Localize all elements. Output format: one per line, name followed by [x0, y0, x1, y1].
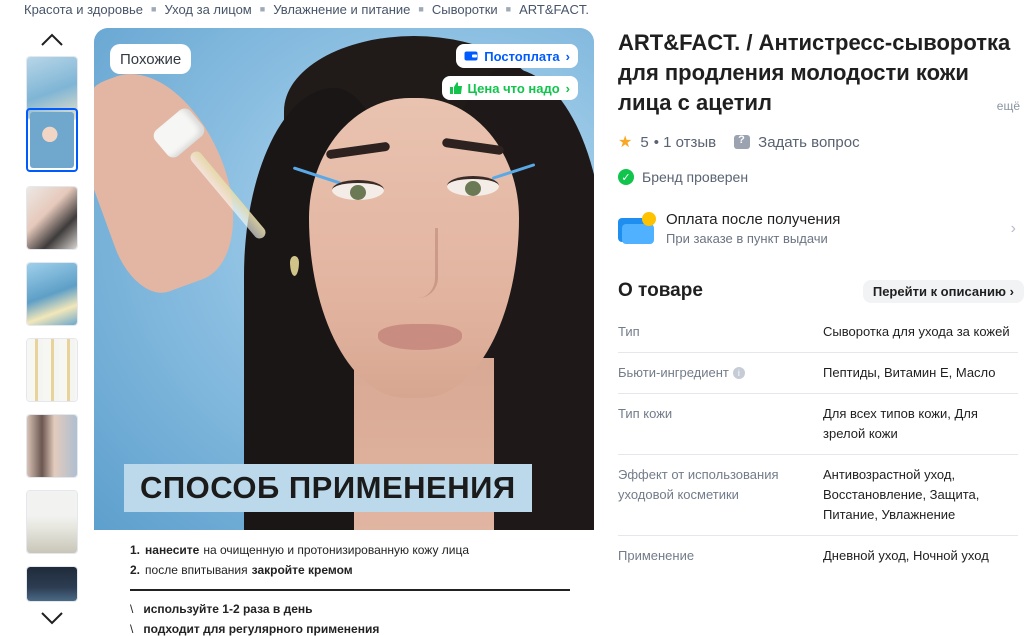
- breadcrumb-item[interactable]: Уход за лицом: [164, 2, 251, 17]
- similar-button[interactable]: Похожие: [110, 44, 192, 74]
- thumbnail-image[interactable]: [26, 338, 78, 402]
- instruction-step: 2. после впитывания закройте кремом: [130, 563, 353, 577]
- payment-after-receipt-block[interactable]: Оплата после получения При заказе в пунк…: [618, 206, 1024, 252]
- usage-instructions: 1. нанесите на очищенную и протонизирова…: [94, 530, 594, 636]
- goto-description-button[interactable]: Перейти к описанию ›: [862, 279, 1024, 303]
- brand-verified-label: Бренд проверен: [642, 169, 749, 185]
- star-icon: ★: [618, 134, 633, 151]
- wallet-icon: [464, 51, 478, 61]
- breadcrumb-separator: ■: [418, 4, 424, 14]
- thumbnail-image[interactable]: [26, 566, 78, 602]
- product-title: ART&FACT. / Антистресс-сыворотка для про…: [618, 28, 1018, 118]
- thumbnail-image-active[interactable]: [26, 108, 78, 172]
- spec-value: Антивозрастной уход, Восстановление, Защ…: [823, 467, 980, 522]
- about-title: О товаре: [618, 280, 703, 301]
- thumbnails-up-button[interactable]: [22, 28, 82, 52]
- reviews-count[interactable]: • 1 отзыв: [654, 134, 716, 151]
- rating-value[interactable]: 5: [640, 134, 648, 151]
- chevron-up-icon: [41, 33, 63, 46]
- thumbnail-image[interactable]: [26, 414, 78, 478]
- thumbnail-image[interactable]: [26, 490, 78, 554]
- card-icon: [618, 212, 656, 246]
- question-icon: [734, 134, 751, 149]
- breadcrumb-item[interactable]: Сыворотки: [432, 2, 498, 17]
- chevron-right-icon: ›: [565, 48, 570, 64]
- spec-row: Применение Дневной уход, Ночной уход: [618, 536, 1018, 576]
- spec-value: Пептиды, Витамин Е, Масло: [823, 365, 996, 380]
- breadcrumb-separator: ■: [259, 4, 266, 14]
- ask-question-link[interactable]: Задать вопрос: [758, 134, 859, 151]
- spec-key: Тип: [618, 324, 640, 339]
- breadcrumb-item[interactable]: Красота и здоровье: [24, 2, 143, 17]
- thumbnail-image[interactable]: [26, 262, 78, 326]
- good-price-label: Цена что надо: [467, 80, 560, 96]
- specs-table: Тип Сыворотка для ухода за кожей Бьюти-и…: [618, 312, 1018, 576]
- chevron-right-icon: ›: [1010, 220, 1016, 237]
- spec-row: Эффект от использования уходовой космети…: [618, 455, 1018, 536]
- product-photo: СПОСОБ ПРИМЕНЕНИЯ: [94, 28, 594, 530]
- spec-key: Тип кожи: [618, 406, 673, 421]
- info-icon[interactable]: i: [732, 367, 745, 379]
- spec-key: Бьюти-ингредиент i: [618, 363, 823, 383]
- brand-verified-row: ✓ Бренд проверен: [618, 167, 748, 187]
- product-page: Красота и здоровье ■ Уход за лицом ■ Увл…: [0, 0, 1024, 636]
- check-icon: ✓: [618, 169, 634, 185]
- breadcrumb-item[interactable]: Увлажнение и питание: [273, 2, 410, 17]
- spec-value: Сыворотка для ухода за кожей: [823, 324, 1010, 339]
- thumbnail-strip: [22, 28, 82, 636]
- payment-subtitle: При заказе в пункт выдачи: [666, 231, 828, 246]
- about-header: О товаре Перейти к описанию ›: [618, 278, 1024, 304]
- thumbnails-down-button[interactable]: [22, 606, 82, 630]
- usage-tip: \ используйте 1-2 раза в день: [130, 602, 313, 616]
- instruction-step: 1. нанесите на очищенную и протонизирова…: [130, 543, 470, 557]
- spec-value: Дневной уход, Ночной уход: [823, 548, 989, 563]
- usage-tip: \ подходит для регулярного применения: [130, 622, 380, 636]
- spec-value: Для всех типов кожи, Для зрелой кожи: [823, 406, 978, 441]
- postpay-label: Постоплата: [484, 48, 560, 64]
- payment-title: Оплата после получения: [666, 211, 841, 228]
- thumbnail-image[interactable]: [26, 186, 78, 250]
- spec-key: Применение: [618, 548, 695, 563]
- divider: [130, 589, 570, 591]
- breadcrumb-item[interactable]: ART&FACT.: [519, 2, 589, 17]
- spec-row: Тип кожи Для всех типов кожи, Для зрелой…: [618, 394, 1018, 455]
- breadcrumb-separator: ■: [505, 4, 512, 14]
- chevron-down-icon: [41, 612, 63, 625]
- postpay-badge[interactable]: Постоплата ›: [456, 44, 578, 68]
- spec-row: Тип Сыворотка для ухода за кожей: [618, 312, 1018, 353]
- similar-label: Похожие: [120, 50, 182, 68]
- good-price-badge[interactable]: Цена что надо ›: [441, 76, 578, 100]
- chevron-right-icon: ›: [565, 80, 570, 96]
- breadcrumb-separator: ■: [151, 4, 157, 14]
- title-more-link[interactable]: ещё: [994, 99, 1020, 113]
- usage-banner: СПОСОБ ПРИМЕНЕНИЯ: [124, 464, 532, 512]
- product-info: ART&FACT. / Антистресс-сыворотка для про…: [618, 28, 1024, 563]
- thumbs-up-icon: [449, 82, 462, 94]
- breadcrumb: Красота и здоровье ■ Уход за лицом ■ Увл…: [24, 0, 589, 18]
- main-product-image[interactable]: СПОСОБ ПРИМЕНЕНИЯ Похожие Постоплата › Ц…: [94, 28, 594, 636]
- rating-row: ★ 5 • 1 отзыв Задать вопрос: [618, 132, 860, 152]
- spec-row: Бьюти-ингредиент i Пептиды, Витамин Е, Ма…: [618, 353, 1018, 394]
- spec-key: Эффект от использования уходовой космети…: [618, 467, 779, 502]
